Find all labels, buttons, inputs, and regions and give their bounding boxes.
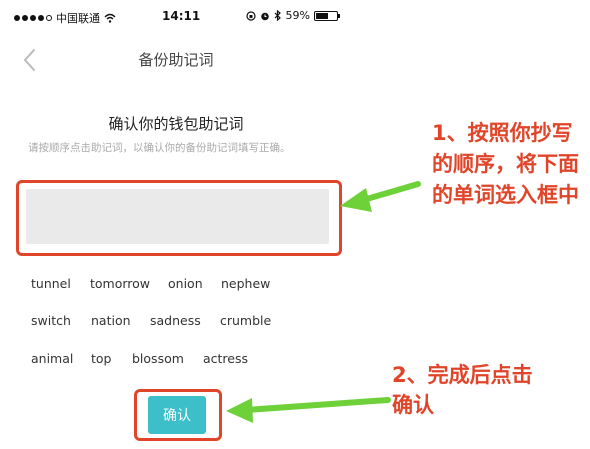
annotation-step1: 1、按照你抄写的顺序，将下面的单词选入框中 [432, 121, 579, 207]
green-arrow-icon-step2 [226, 397, 391, 423]
annotation-step2: 2、完成后点击确认 [392, 363, 533, 417]
green-arrow-icon-step1 [340, 181, 421, 212]
